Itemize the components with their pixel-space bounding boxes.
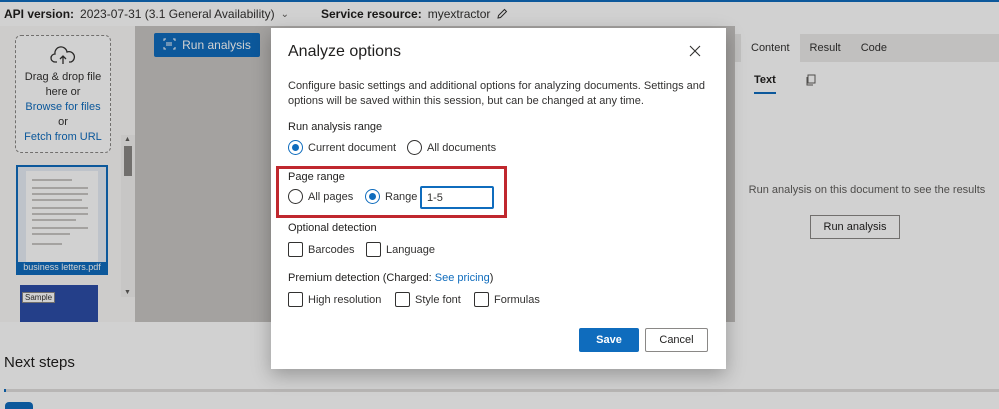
radio-button-selected[interactable] (365, 189, 380, 204)
radio-label: Current document (308, 141, 397, 154)
radio-current-document[interactable]: Current document (288, 140, 396, 155)
radio-button[interactable] (407, 140, 422, 155)
run-range-label: Run analysis range (288, 121, 383, 133)
checkbox-label: Style font (415, 293, 461, 306)
radio-button-selected[interactable] (288, 140, 303, 155)
premium-detection-label: Premium detection (Charged: See pricing) (288, 272, 493, 284)
optional-detection-label: Optional detection (288, 222, 377, 234)
checkbox[interactable] (366, 242, 381, 257)
radio-label: All documents (427, 141, 497, 154)
checkbox-high-resolution[interactable]: High resolution (288, 292, 381, 307)
checkbox-language[interactable]: Language (366, 242, 435, 257)
checkbox-style-font[interactable]: Style font (395, 292, 461, 307)
analyze-options-dialog: Analyze options Configure basic settings… (271, 28, 726, 369)
checkbox-label: Language (386, 243, 435, 256)
radio-all-documents[interactable]: All documents (407, 140, 496, 155)
radio-label: Range (385, 190, 418, 203)
save-button[interactable]: Save (579, 328, 639, 352)
radio-label: All pages (308, 190, 354, 203)
radio-button[interactable] (288, 189, 303, 204)
checkbox-label: Formulas (494, 293, 540, 306)
premium-label-prefix: Premium detection (Charged: (288, 272, 435, 284)
checkbox-formulas[interactable]: Formulas (474, 292, 540, 307)
page-range-label: Page range (288, 171, 345, 183)
page-range-input[interactable] (420, 186, 494, 209)
radio-all-pages[interactable]: All pages (288, 189, 353, 204)
checkbox-barcodes[interactable]: Barcodes (288, 242, 354, 257)
checkbox-label: High resolution (308, 293, 382, 306)
cancel-button[interactable]: Cancel (645, 328, 708, 352)
close-icon[interactable] (689, 45, 701, 57)
see-pricing-link[interactable]: See pricing (435, 272, 490, 284)
premium-label-suffix: ) (489, 272, 494, 284)
checkbox[interactable] (288, 292, 303, 307)
checkbox[interactable] (288, 242, 303, 257)
dialog-description: Configure basic settings and additional … (288, 80, 706, 107)
radio-range[interactable]: Range (365, 189, 417, 204)
dialog-title: Analyze options (288, 43, 401, 60)
checkbox-label: Barcodes (308, 243, 355, 256)
checkbox[interactable] (395, 292, 410, 307)
checkbox[interactable] (474, 292, 489, 307)
